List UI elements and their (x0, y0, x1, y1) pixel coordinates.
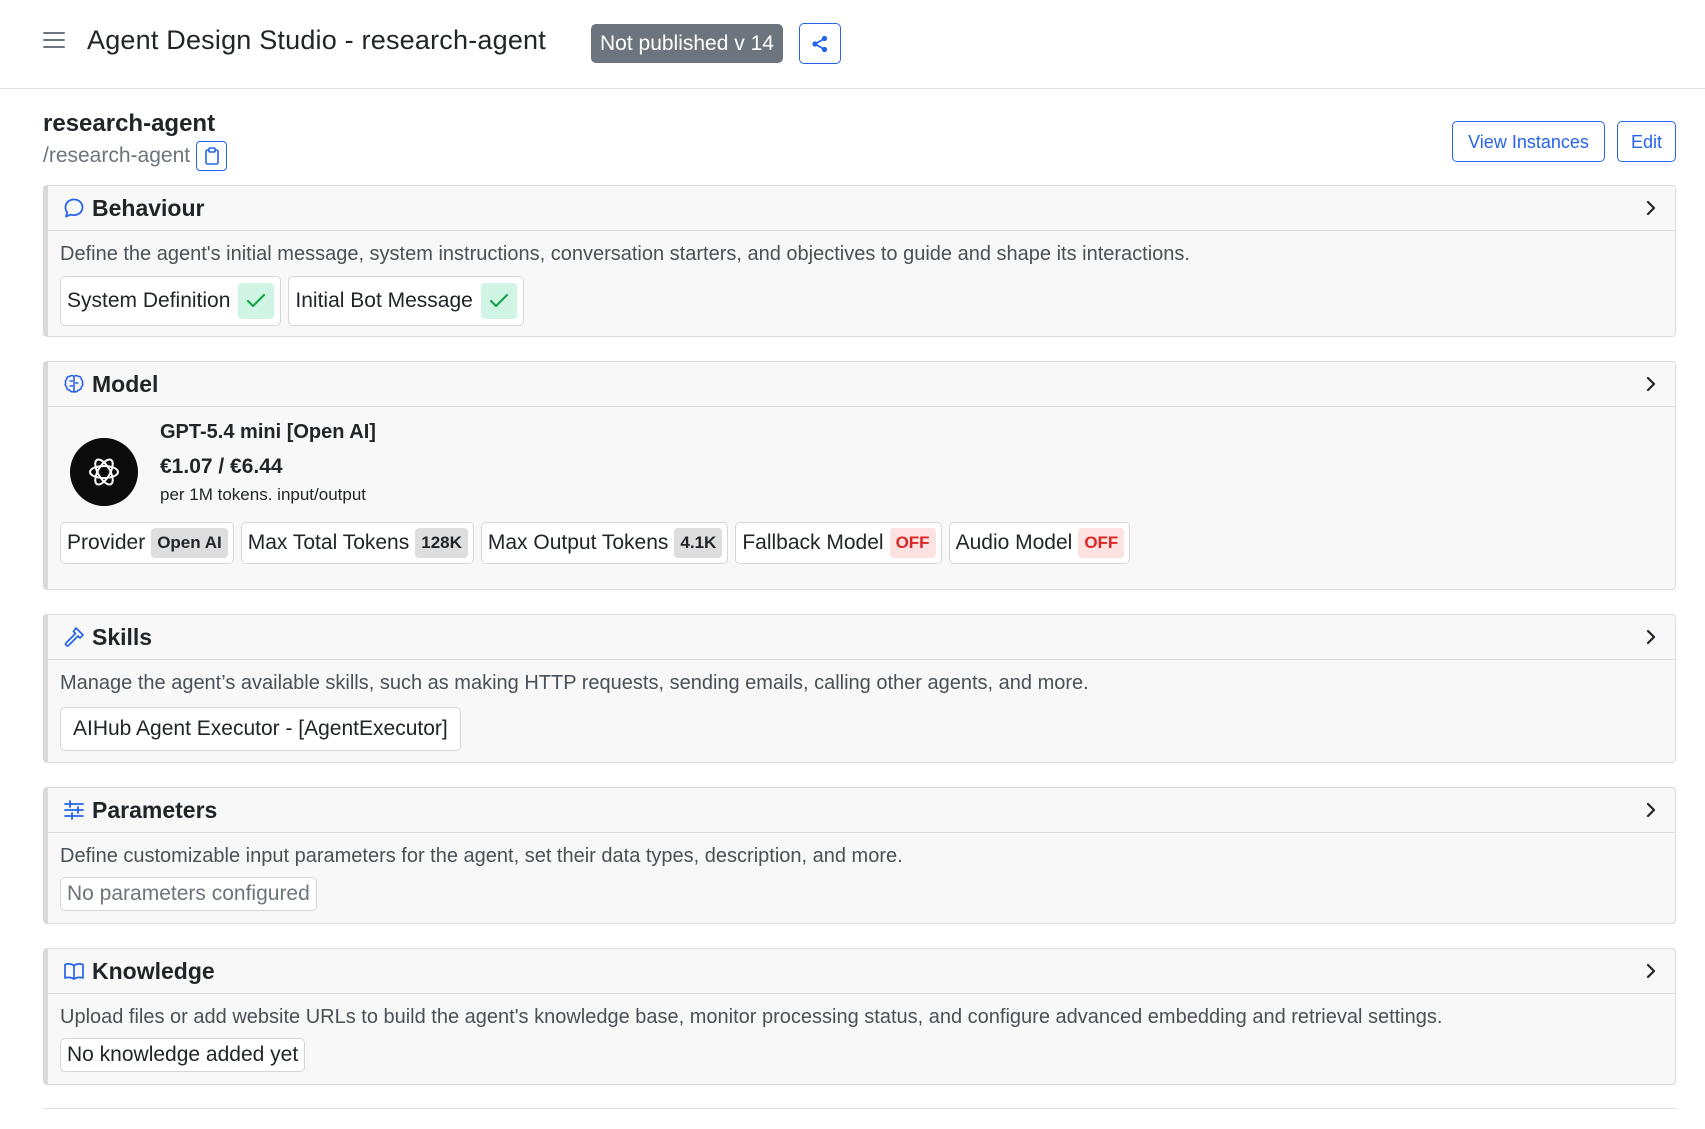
publish-status-badge: Not published v 14 (591, 24, 783, 63)
parameters-description: Define customizable input parameters for… (60, 845, 903, 867)
agent-name: research-agent (43, 110, 216, 137)
chevron-right-icon[interactable] (1641, 800, 1661, 820)
audio-model-chip[interactable]: Audio Model OFF (948, 522, 1131, 564)
behaviour-description: Define the agent's initial message, syst… (60, 243, 1190, 265)
chip-label: System Definition (67, 289, 231, 312)
system-definition-chip[interactable]: System Definition (60, 276, 282, 326)
model-header[interactable]: Model (48, 362, 1675, 407)
parameters-card: Parameters Define customizable input par… (43, 787, 1676, 924)
agent-path-row: /research-agent (43, 141, 228, 171)
knowledge-description: Upload files or add website URLs to buil… (60, 1006, 1443, 1028)
chip-label: Max Output Tokens (487, 531, 669, 554)
skills-description: Manage the agent’s available skills, suc… (60, 672, 1089, 694)
chip-label: Audio Model (955, 531, 1073, 554)
hamburger-icon[interactable] (43, 32, 65, 50)
model-price: €1.07 / €6.44 (160, 455, 283, 478)
chip-label: Fallback Model (742, 531, 884, 554)
brain-icon (62, 372, 86, 396)
chevron-right-icon[interactable] (1641, 961, 1661, 981)
skills-header[interactable]: Skills (48, 615, 1675, 660)
top-bar: Agent Design Studio - research-agent Not… (0, 0, 1705, 89)
chip-label: Initial Bot Message (295, 289, 473, 312)
model-card: Model GPT-5.4 mini [Open AI] €1.07 / €6.… (43, 361, 1676, 590)
chip-value: OFF (889, 528, 936, 558)
view-instances-button[interactable]: View Instances (1452, 121, 1605, 162)
model-name: GPT-5.4 mini [Open AI] (160, 421, 376, 443)
skills-title: Skills (92, 623, 153, 650)
model-details: GPT-5.4 mini [Open AI] €1.07 / €6.44 per… (160, 421, 376, 505)
chip-value: 128K (415, 528, 468, 558)
knowledge-empty-state: No knowledge added yet (60, 1038, 306, 1072)
model-price-unit: per 1M tokens. input/output (160, 485, 367, 504)
chat-bubble-icon (62, 196, 86, 220)
model-title: Model (92, 370, 159, 397)
knowledge-header[interactable]: Knowledge (48, 949, 1675, 994)
behaviour-title: Behaviour (92, 194, 205, 221)
agent-path: /research-agent (43, 144, 191, 167)
knowledge-title: Knowledge (92, 957, 215, 984)
chip-value: Open AI (151, 528, 228, 558)
fallback-model-chip[interactable]: Fallback Model OFF (735, 522, 942, 564)
check-icon (238, 283, 275, 319)
provider-chip[interactable]: Provider Open AI (60, 522, 234, 564)
chip-label: Provider (67, 531, 146, 554)
chip-value: OFF (1078, 528, 1125, 558)
copy-path-button[interactable] (196, 141, 228, 171)
chevron-right-icon[interactable] (1641, 198, 1661, 218)
behaviour-card: Behaviour Define the agent's initial mes… (43, 185, 1676, 337)
clipboard-icon (204, 147, 219, 165)
edit-button[interactable]: Edit (1617, 121, 1676, 162)
knowledge-card: Knowledge Upload files or add website UR… (43, 948, 1676, 1085)
parameters-title: Parameters (92, 796, 218, 823)
behaviour-header[interactable]: Behaviour (48, 186, 1675, 231)
page-title: Agent Design Studio - research-agent (87, 25, 546, 55)
sliders-icon (62, 798, 86, 822)
parameters-header[interactable]: Parameters (48, 788, 1675, 833)
check-icon (480, 283, 517, 319)
hammer-icon (62, 625, 86, 649)
chevron-right-icon[interactable] (1641, 374, 1661, 394)
share-icon (812, 35, 828, 52)
parameters-empty-state: No parameters configured (60, 877, 317, 911)
chip-value: 4.1K (674, 528, 723, 558)
skills-card: Skills Manage the agent’s available skil… (43, 614, 1676, 763)
initial-bot-message-chip[interactable]: Initial Bot Message (288, 276, 524, 326)
chip-label: Max Total Tokens (247, 531, 410, 554)
max-total-tokens-chip[interactable]: Max Total Tokens 128K (240, 522, 474, 564)
share-button[interactable] (799, 23, 841, 64)
bottom-divider (43, 1108, 1676, 1109)
max-output-tokens-chip[interactable]: Max Output Tokens 4.1K (480, 522, 729, 564)
skill-item[interactable]: AIHub Agent Executor - [AgentExecutor] (60, 707, 461, 751)
book-icon (62, 959, 86, 983)
openai-logo-icon (70, 438, 138, 506)
chevron-right-icon[interactable] (1641, 627, 1661, 647)
